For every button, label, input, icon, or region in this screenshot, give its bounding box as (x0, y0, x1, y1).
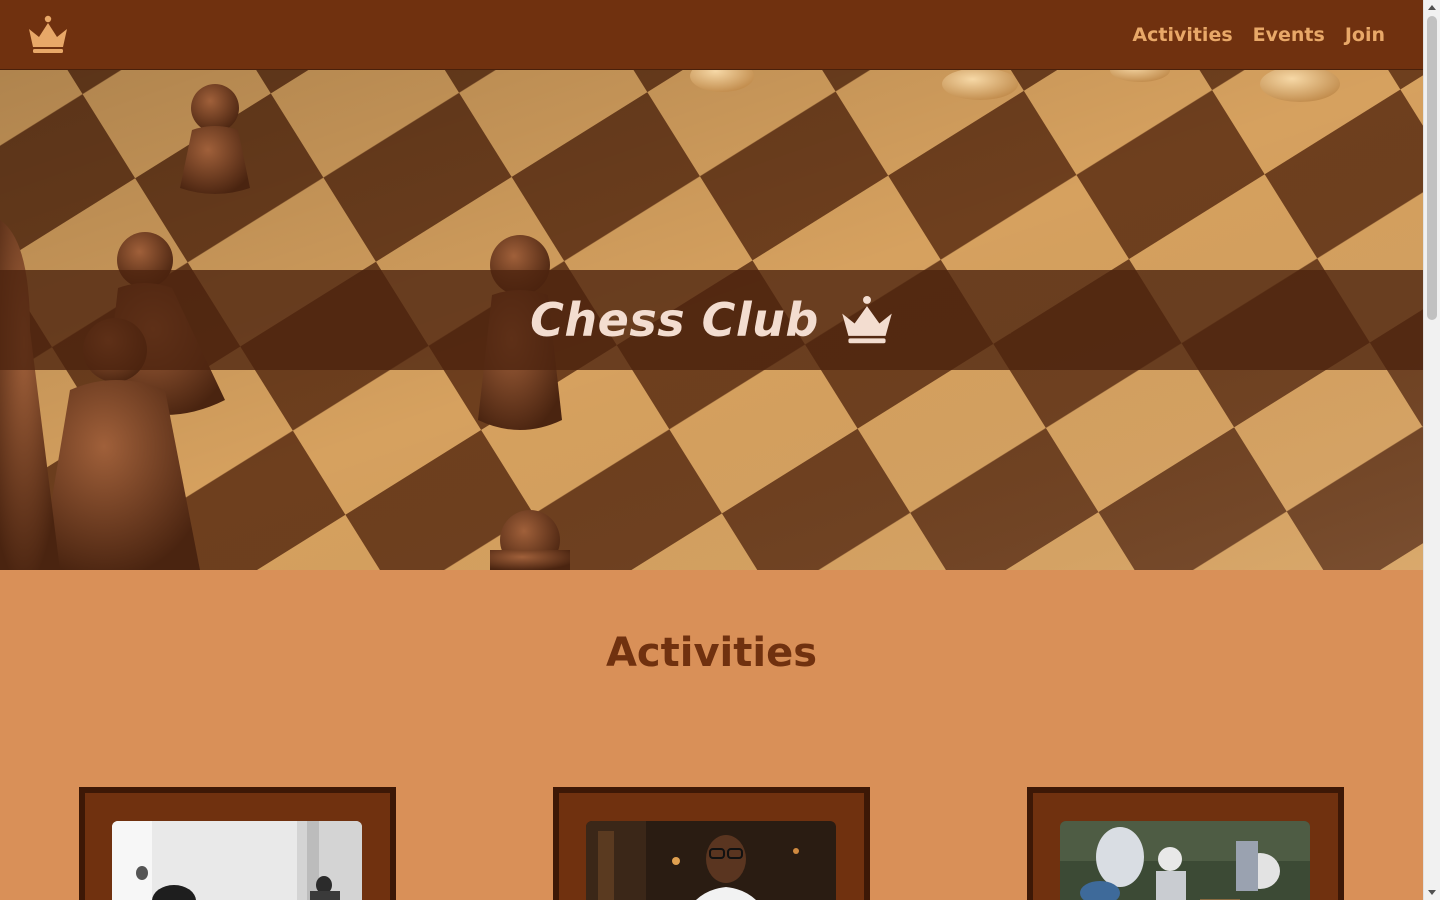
hero-banner: Chess Club (0, 70, 1423, 570)
people-playing-chess-bw-photo (112, 821, 362, 900)
activity-card[interactable] (79, 787, 396, 900)
scroll-up-arrow-icon[interactable] (1428, 5, 1436, 10)
crown-icon[interactable] (28, 14, 70, 56)
nav-link-join[interactable]: Join (1345, 24, 1385, 46)
elderly-men-playing-chess-outdoors-photo (1060, 821, 1310, 900)
vertical-scrollbar[interactable] (1423, 0, 1440, 900)
page: Activities Events Join Chess Club Activi… (0, 0, 1423, 900)
nav-links: Activities Events Join (1132, 0, 1385, 69)
scrollbar-thumb[interactable] (1427, 16, 1437, 320)
man-with-glasses-playing-chess-photo (586, 821, 836, 900)
hero-title: Chess Club (530, 293, 819, 347)
activity-card[interactable] (1027, 787, 1344, 900)
nav-link-activities[interactable]: Activities (1132, 24, 1232, 46)
activity-card[interactable] (553, 787, 870, 900)
crown-icon (842, 295, 892, 344)
hero-title-band: Chess Club (0, 270, 1423, 370)
activities-heading: Activities (605, 630, 818, 676)
scroll-down-arrow-icon[interactable] (1428, 890, 1436, 895)
nav-link-events[interactable]: Events (1253, 24, 1325, 46)
top-navbar: Activities Events Join (0, 0, 1423, 70)
